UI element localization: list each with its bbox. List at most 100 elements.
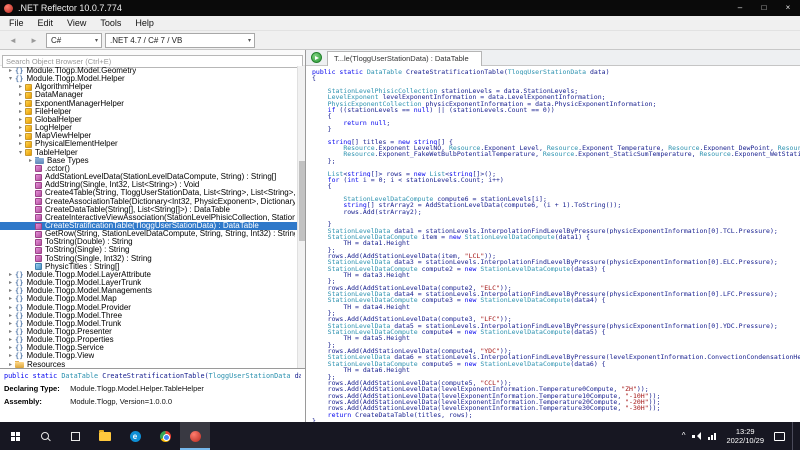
expand-arrow-icon[interactable]: ▸ bbox=[6, 312, 15, 320]
maximize-button[interactable]: □ bbox=[752, 0, 776, 16]
tree-item[interactable]: ▸ExponentManagerHelper bbox=[0, 100, 305, 108]
expand-arrow-icon[interactable]: ▸ bbox=[6, 287, 15, 295]
tree-item[interactable]: ▸LogHelper bbox=[0, 124, 305, 132]
tree-item[interactable]: ▸{}Module.Tlogp.Model.LayerAttribute bbox=[0, 271, 305, 279]
edge-browser-button[interactable]: e bbox=[120, 422, 150, 450]
code-view[interactable]: public static DataTable CreateStratifica… bbox=[306, 66, 800, 422]
tree-item[interactable]: PhysicTitles : String[] bbox=[0, 263, 305, 271]
volume-icon[interactable] bbox=[692, 432, 701, 440]
expand-arrow-icon[interactable]: ▸ bbox=[16, 140, 25, 148]
show-desktop-button[interactable] bbox=[792, 422, 797, 450]
collapse-arrow-icon[interactable]: ▾ bbox=[16, 149, 25, 157]
tree-item[interactable]: CreateStratificationTable(TloggUserStati… bbox=[0, 222, 305, 230]
close-button[interactable]: × bbox=[776, 0, 800, 16]
tree-item[interactable]: ▸{}Module.Tlogp.Service bbox=[0, 344, 305, 352]
minimize-button[interactable]: – bbox=[728, 0, 752, 16]
reflector-taskbar-button[interactable] bbox=[180, 422, 210, 450]
tree-item[interactable]: ▸GlobalHelper bbox=[0, 116, 305, 124]
tree-item[interactable]: AddString(Single, Int32, List<String>) :… bbox=[0, 181, 305, 189]
tree-item[interactable]: CreateInteractiveViewAssociation(Station… bbox=[0, 214, 305, 222]
chrome-browser-button[interactable] bbox=[150, 422, 180, 450]
expand-arrow-icon[interactable]: ▸ bbox=[16, 108, 25, 116]
expand-arrow-icon[interactable]: ▸ bbox=[26, 157, 35, 165]
navigate-back-button[interactable] bbox=[311, 52, 322, 63]
object-browser-tree: ▸{}Module.Tlogp.Model.Geometry▾{}Module.… bbox=[0, 66, 305, 368]
menu-item-tools[interactable]: Tools bbox=[93, 16, 128, 30]
menu-item-view[interactable]: View bbox=[60, 16, 93, 30]
tree-item[interactable]: ▸Resources bbox=[0, 361, 305, 368]
tree-item[interactable]: ▸{}Module.Tlogp.Model.LayerTrunk bbox=[0, 279, 305, 287]
expand-arrow-icon[interactable]: ▸ bbox=[6, 320, 15, 328]
hidden-icons-caret[interactable]: ^ bbox=[682, 432, 686, 440]
taskbar-clock[interactable]: 13:29 2022/10/29 bbox=[723, 427, 767, 445]
code-token: static bbox=[339, 69, 362, 75]
expand-arrow-icon[interactable]: ▸ bbox=[6, 352, 15, 360]
network-icon[interactable] bbox=[708, 433, 716, 440]
tree-scrollbar-thumb[interactable] bbox=[299, 161, 305, 241]
collapse-arrow-icon[interactable]: ▾ bbox=[6, 75, 15, 83]
expand-arrow-icon[interactable]: ▸ bbox=[6, 344, 15, 352]
tree-item[interactable]: ▸{}Module.Tlogp.View bbox=[0, 352, 305, 360]
expand-arrow-icon[interactable]: ▸ bbox=[6, 271, 15, 279]
code-text: ) || ( bbox=[429, 107, 452, 113]
tree-item[interactable]: ▸{}Module.Tlogp.Model.Map bbox=[0, 295, 305, 303]
tree-item[interactable]: CreateAssociationTable(Dictionary<Int32,… bbox=[0, 198, 305, 206]
tree-item[interactable]: CreateDataTable(String[], List<String[]>… bbox=[0, 206, 305, 214]
expand-arrow-icon[interactable]: ▸ bbox=[16, 83, 25, 91]
expand-arrow-icon[interactable]: ▸ bbox=[16, 124, 25, 132]
tree-item[interactable]: ▸{}Module.Tlogp.Model.Managements bbox=[0, 287, 305, 295]
menu-item-help[interactable]: Help bbox=[128, 16, 161, 30]
tree-item[interactable]: ▾{}Module.Tlogp.Model.Helper bbox=[0, 75, 305, 83]
tree-item[interactable]: ▸Base Types bbox=[0, 157, 305, 165]
file-explorer-button[interactable] bbox=[90, 422, 120, 450]
expand-arrow-icon[interactable]: ▸ bbox=[6, 67, 15, 75]
tree-item[interactable]: ▸FileHelper bbox=[0, 108, 305, 116]
tree-item[interactable]: .cctor() bbox=[0, 165, 305, 173]
expand-arrow-icon[interactable]: ▸ bbox=[16, 116, 25, 124]
tree-item[interactable]: ▸{}Module.Tlogp.Presenter bbox=[0, 328, 305, 336]
expand-arrow-icon[interactable]: ▸ bbox=[6, 295, 15, 303]
taskbar: e ^ 13:29 2022/10/29 bbox=[0, 422, 800, 450]
tree-item[interactable]: ▸{}Module.Tlogp.Model.Trunk bbox=[0, 320, 305, 328]
tree-item[interactable]: ▸{}Module.Tlogp.Model.Geometry bbox=[0, 67, 305, 75]
tree-item[interactable]: ▸{}Module.Tlogp.Model.Three bbox=[0, 312, 305, 320]
tree-scrollbar[interactable] bbox=[297, 66, 305, 368]
task-view-button[interactable] bbox=[60, 422, 90, 450]
start-button[interactable] bbox=[0, 422, 30, 450]
taskbar-search-button[interactable] bbox=[30, 422, 60, 450]
tree-item[interactable]: ToString(Double) : String bbox=[0, 238, 305, 246]
expand-arrow-icon[interactable]: ▸ bbox=[6, 328, 15, 336]
forward-button[interactable]: ► bbox=[25, 33, 43, 48]
code-tab[interactable]: T...le(TloggUserStationData) : DataTable bbox=[327, 51, 482, 66]
expand-arrow-icon[interactable]: ▸ bbox=[6, 304, 15, 312]
expand-arrow-icon[interactable]: ▸ bbox=[6, 361, 15, 368]
code-line: Resource.Exponent_FakeWetBulbPotentialTe… bbox=[312, 151, 800, 157]
tree-item[interactable]: ▸{}Module.Tlogp.Properties bbox=[0, 336, 305, 344]
tree-item[interactable]: ▸PhysicalElementHelper bbox=[0, 140, 305, 148]
menu-item-file[interactable]: File bbox=[2, 16, 31, 30]
menu-item-edit[interactable]: Edit bbox=[31, 16, 61, 30]
tree-item[interactable]: ▸MapViewHelper bbox=[0, 132, 305, 140]
code-tab-bar: T...le(TloggUserStationData) : DataTable bbox=[306, 50, 800, 66]
code-text: , ( bbox=[535, 202, 547, 208]
tree-item[interactable]: ToString(Single) : String bbox=[0, 246, 305, 254]
tree-item[interactable]: ▸AlgorithmHelper bbox=[0, 83, 305, 91]
action-center-icon[interactable] bbox=[774, 432, 785, 441]
expand-arrow-icon[interactable]: ▸ bbox=[16, 132, 25, 140]
tree-item[interactable]: Create4Table(String, TloggUserStationDat… bbox=[0, 189, 305, 197]
tree-item-label: Module.Tlogp.Model.Helper bbox=[26, 75, 124, 83]
back-button[interactable]: ◄ bbox=[4, 33, 22, 48]
expand-arrow-icon[interactable]: ▸ bbox=[16, 100, 25, 108]
tree-item-label: Module.Tlogp.Model.Three bbox=[26, 312, 122, 320]
tree-item[interactable]: ▸DataManager bbox=[0, 91, 305, 99]
tree-item[interactable]: AddStationLevelData(StationLevelDataComp… bbox=[0, 173, 305, 181]
expand-arrow-icon[interactable]: ▸ bbox=[16, 91, 25, 99]
language-select[interactable]: C# ▾ bbox=[46, 33, 102, 48]
framework-select[interactable]: .NET 4.7 / C# 7 / VB ▾ bbox=[105, 33, 255, 48]
tree-item[interactable]: ▾TableHelper bbox=[0, 149, 305, 157]
tree-item[interactable]: GetRow(String, StationLevelDataCompute, … bbox=[0, 230, 305, 238]
tree-item[interactable]: ▸{}Module.Tlogp.Model.Provider bbox=[0, 304, 305, 312]
expand-arrow-icon[interactable]: ▸ bbox=[6, 336, 15, 344]
tree-item[interactable]: ToString(Single, Int32) : String bbox=[0, 255, 305, 263]
expand-arrow-icon[interactable]: ▸ bbox=[6, 279, 15, 287]
